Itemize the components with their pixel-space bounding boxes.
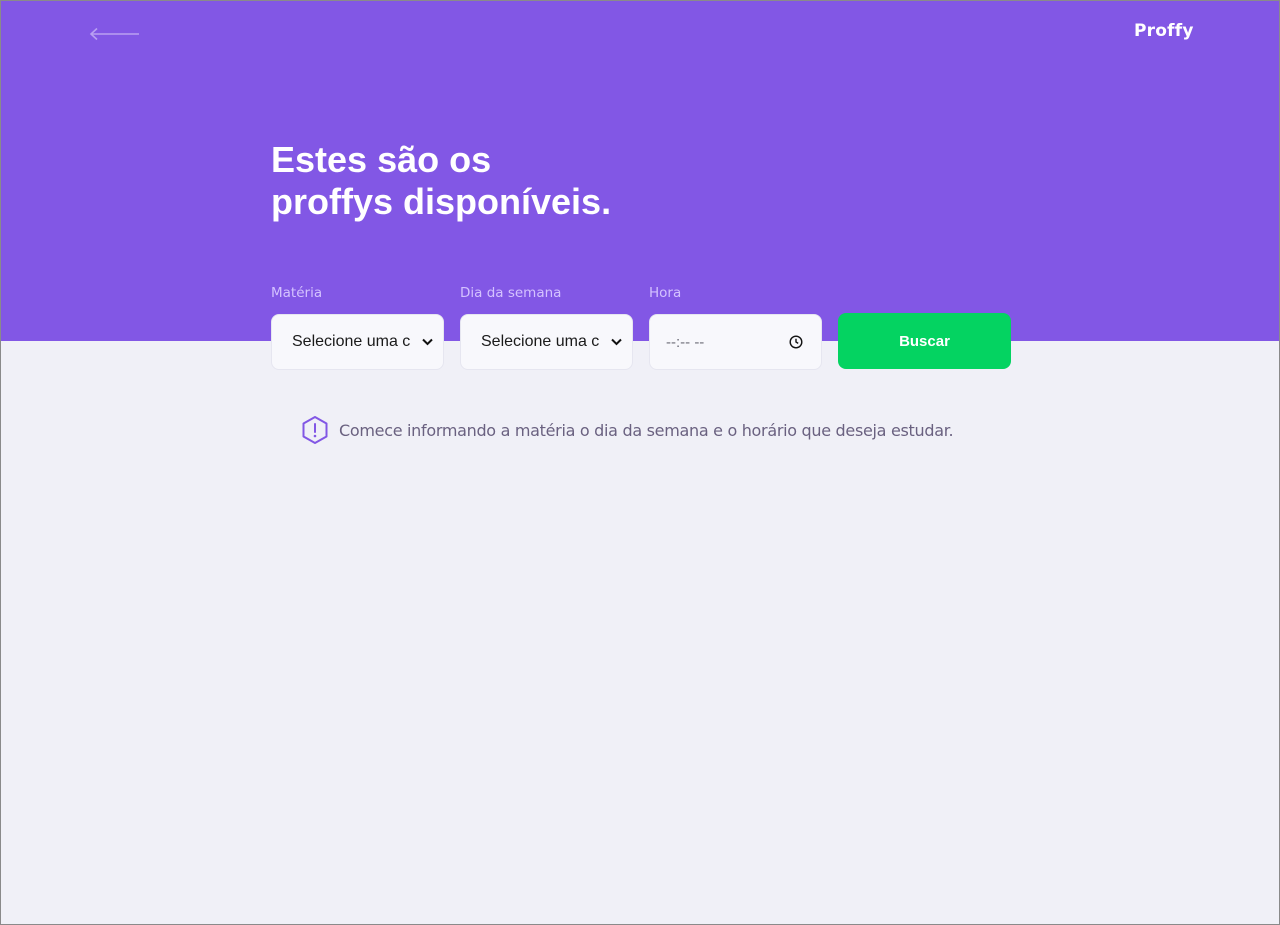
back-button[interactable] xyxy=(89,23,143,45)
clock-icon[interactable] xyxy=(789,335,803,349)
weekday-select[interactable]: Selecione uma c xyxy=(460,314,633,370)
search-button[interactable]: Buscar xyxy=(838,313,1011,369)
chevron-down-icon xyxy=(421,336,433,348)
arrow-left-icon xyxy=(89,27,139,41)
page-title: Estes são os proffys disponíveis. xyxy=(271,139,671,223)
logo: Proffy xyxy=(1134,21,1194,41)
subject-select[interactable]: Selecione uma c xyxy=(271,314,444,370)
time-input-value: --:-- -- xyxy=(666,333,705,351)
empty-state-hint: Comece informando a matéria o dia da sem… xyxy=(301,415,954,445)
time-label: Hora xyxy=(649,285,682,301)
time-input[interactable]: --:-- -- xyxy=(649,314,822,370)
page-title-line-2: proffys disponíveis. xyxy=(271,181,612,222)
chevron-down-icon xyxy=(610,336,622,348)
weekday-select-value: Selecione uma c xyxy=(481,333,600,350)
subject-select-value: Selecione uma c xyxy=(292,333,411,350)
warning-hexagon-icon xyxy=(302,416,328,444)
hint-text: Comece informando a matéria o dia da sem… xyxy=(339,420,954,440)
page-title-line-1: Estes são os xyxy=(271,139,492,180)
page-header: Proffy Estes são os proffys disponíveis. xyxy=(1,1,1279,341)
weekday-label: Dia da semana xyxy=(460,285,562,301)
subject-label: Matéria xyxy=(271,285,323,301)
